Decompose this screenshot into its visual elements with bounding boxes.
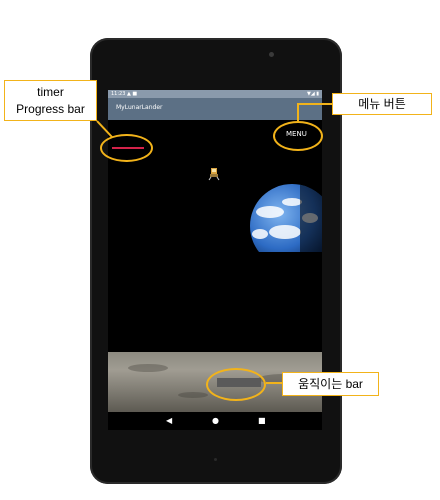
- timer-annotation-line1: timer: [37, 85, 64, 99]
- bar-annotation-label: 움직이는 bar: [282, 372, 379, 396]
- timer-annotation-label: timer Progress bar: [4, 80, 97, 121]
- annotation-connectors: [96, 103, 332, 384]
- timer-annotation-line2: Progress bar: [16, 102, 85, 116]
- menu-annotation-label: 메뉴 버튼: [332, 93, 432, 115]
